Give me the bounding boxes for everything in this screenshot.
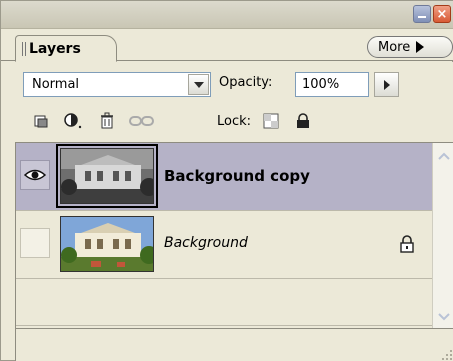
layers-list: Background copy Background: [15, 142, 453, 361]
tab-grip-icon: [22, 41, 26, 56]
opacity-slider-button[interactable]: [374, 72, 399, 97]
lock-all-icon[interactable]: [293, 111, 313, 131]
lock-transparent-pixels-icon[interactable]: [31, 111, 51, 131]
lock-label: Lock:: [217, 114, 252, 129]
visibility-toggle[interactable]: [20, 160, 50, 190]
layer-thumbnail: [56, 144, 158, 208]
chevron-down-icon: [438, 313, 450, 321]
layer-thumbnail: [60, 216, 154, 272]
lock-row: Lock:: [1, 105, 453, 137]
visibility-toggle[interactable]: [20, 228, 50, 258]
minimize-button[interactable]: [413, 5, 431, 23]
blend-mode-select[interactable]: Normal: [23, 72, 211, 97]
opacity-value: 100%: [302, 77, 340, 92]
panel-titlebar[interactable]: ×: [1, 1, 453, 29]
layer-name: Background copy: [164, 167, 310, 185]
chevron-down-icon[interactable]: [188, 74, 209, 95]
triangle-right-icon: [383, 79, 390, 90]
chevron-up-icon: [438, 152, 450, 160]
resize-grip-icon[interactable]: [439, 347, 453, 361]
blend-mode-value: Normal: [32, 77, 80, 92]
layer-name: Background: [164, 235, 248, 251]
panel-footer: [16, 328, 453, 361]
trash-icon[interactable]: [97, 111, 117, 131]
link-icon[interactable]: [129, 111, 155, 131]
tab-layers-label: Layers: [29, 40, 81, 57]
empty-layer-area: [16, 280, 432, 326]
opacity-input[interactable]: 100%: [295, 72, 369, 97]
layer-style-icon[interactable]: [63, 111, 83, 131]
layers-panel: × Layers More Normal Opacity: 100% Lock:…: [0, 0, 453, 361]
lock-icon: [400, 235, 414, 253]
close-button[interactable]: ×: [433, 5, 451, 23]
lock-transparency-icon[interactable]: [261, 111, 281, 131]
more-button-label: More: [378, 39, 411, 55]
layer-row-background-copy[interactable]: Background copy: [16, 143, 432, 211]
tab-layers[interactable]: Layers: [15, 35, 117, 62]
scroll-up-button[interactable]: [433, 147, 453, 165]
tab-row: Layers More: [1, 29, 453, 62]
play-arrow-icon: [416, 41, 425, 53]
layer-row-background[interactable]: Background: [16, 211, 432, 279]
close-icon: ×: [436, 6, 448, 22]
opacity-label: Opacity:: [219, 75, 273, 90]
more-button[interactable]: More: [367, 36, 453, 58]
layers-scrollbar[interactable]: [432, 143, 453, 328]
scroll-down-button[interactable]: [433, 308, 453, 326]
eye-icon: [24, 169, 46, 181]
layer-controls: Normal Opacity: 100% Lock:: [1, 62, 453, 142]
minimize-icon: [418, 16, 426, 18]
